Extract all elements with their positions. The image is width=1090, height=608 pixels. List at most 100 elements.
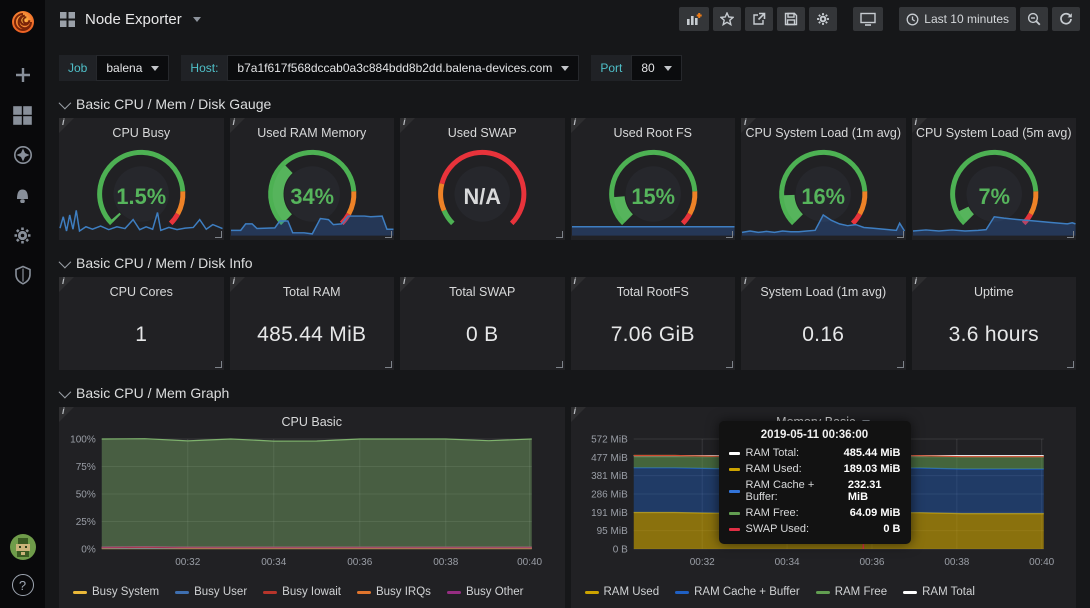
variable-job[interactable]: Job balena [59, 55, 170, 81]
panel-resize-handle[interactable] [1067, 231, 1074, 238]
panel-title[interactable]: CPU Cores [59, 277, 224, 301]
save-button[interactable] [777, 7, 806, 31]
svg-text:25%: 25% [76, 517, 96, 528]
help-icon[interactable]: ? [11, 574, 34, 596]
create-plus-icon[interactable] [0, 55, 45, 95]
panel-total-rootfs[interactable]: i Total RootFS 7.06 GiB [570, 277, 736, 370]
server-admin-shield-icon[interactable] [0, 255, 45, 295]
panel-info-icon[interactable]: i [229, 118, 245, 133]
panel-title[interactable]: System Load (1m avg) [741, 277, 906, 301]
alerting-bell-icon[interactable] [0, 175, 45, 215]
panel-info-icon[interactable]: i [570, 407, 586, 422]
dashboard-main: Node Exporter Last 10 minutes Job balena… [45, 0, 1090, 608]
gauge-used-ram-memory: 34% [230, 149, 394, 236]
panel-used-ram-memory[interactable]: i Used RAM Memory 34% [229, 118, 395, 240]
svg-text:00:36: 00:36 [859, 557, 884, 568]
add-panel-button[interactable] [679, 7, 710, 31]
variable-host-value[interactable]: b7a1f617f568dccab0a3c884bdd8b2dd.balena-… [227, 55, 580, 81]
panel-resize-handle[interactable] [214, 231, 222, 238]
panel-uptime[interactable]: i Uptime 3.6 hours [911, 277, 1077, 370]
panel-info-icon[interactable]: i [911, 118, 927, 133]
panel-resize-handle[interactable] [896, 231, 904, 238]
legend-item-ram-cache-buffer[interactable]: RAM Cache + Buffer [675, 586, 800, 598]
variable-host[interactable]: Host: b7a1f617f568dccab0a3c884bdd8b2dd.b… [181, 55, 580, 81]
refresh-button[interactable] [1052, 7, 1080, 31]
panel-title[interactable]: Total RootFS [571, 277, 736, 301]
panel-resize-handle[interactable] [726, 361, 733, 368]
graph-cpu-basic[interactable]: 0% 25% 50% 75% 100% 00:32 00:34 00:36 00:38 00:40 [59, 431, 565, 583]
panel-total-ram[interactable]: i Total RAM 485.44 MiB [229, 277, 395, 370]
zoom-out-button[interactable] [1020, 7, 1048, 31]
legend-item-busy-other[interactable]: Busy Other [446, 586, 523, 598]
panel-title[interactable]: CPU System Load (5m avg) [912, 118, 1077, 142]
panel-info-icon[interactable]: i [59, 118, 74, 133]
panel-used-root-fs[interactable]: i Used Root FS 15% [570, 118, 736, 240]
panel-cpu-system-load-5m-avg[interactable]: i CPU System Load (5m avg) 7% [911, 118, 1077, 240]
configuration-gear-icon[interactable] [0, 215, 45, 255]
panel-info-icon[interactable]: i [570, 118, 586, 133]
panel-resize-handle[interactable] [385, 361, 392, 368]
panel-info-icon[interactable]: i [229, 277, 245, 292]
share-button[interactable] [745, 7, 774, 31]
dashboard-settings-button[interactable] [809, 7, 838, 31]
panel-resize-handle[interactable] [726, 231, 733, 238]
dashboards-icon[interactable] [0, 95, 45, 135]
panel-title[interactable]: CPU System Load (1m avg) [741, 118, 906, 142]
panel-cpu-basic[interactable]: i CPU Basic 0% 25% 50% 75% 100% 00:32 00:34 00:36… [59, 407, 565, 608]
panel-title[interactable]: Used RAM Memory [230, 118, 395, 142]
time-range-button[interactable]: Last 10 minutes [899, 7, 1016, 31]
panel-resize-handle[interactable] [385, 231, 392, 238]
svg-text:95 MiB: 95 MiB [596, 526, 627, 537]
panel-resize-handle[interactable] [214, 361, 222, 368]
panel-cpu-busy[interactable]: i CPU Busy 1.5% [59, 118, 224, 240]
legend-item-ram-free[interactable]: RAM Free [815, 586, 887, 598]
panel-title[interactable]: Total RAM [230, 277, 395, 301]
legend-label: Busy User [194, 586, 248, 598]
panel-title[interactable]: CPU Basic [59, 407, 565, 431]
explore-compass-icon[interactable] [0, 135, 45, 175]
panel-info-icon[interactable]: i [400, 277, 415, 292]
star-button[interactable] [713, 7, 742, 31]
panel-info-icon[interactable]: i [741, 277, 756, 292]
panel-info-icon[interactable]: i [741, 118, 756, 133]
section-info-header[interactable]: Basic CPU / Mem / Disk Info [58, 253, 1076, 273]
legend-item-busy-irqs[interactable]: Busy IRQs [356, 586, 431, 598]
panel-resize-handle[interactable] [1067, 361, 1074, 368]
svg-text:0 B: 0 B [612, 545, 627, 556]
legend-item-busy-user[interactable]: Busy User [175, 586, 247, 598]
grafana-logo[interactable] [8, 7, 38, 37]
panel-total-swap[interactable]: i Total SWAP 0 B [400, 277, 565, 370]
variable-port[interactable]: Port 80 [591, 55, 682, 81]
panel-cpu-system-load-1m-avg[interactable]: i CPU System Load (1m avg) 16% [741, 118, 906, 240]
svg-text:50%: 50% [76, 490, 96, 501]
panel-title[interactable]: Total SWAP [400, 277, 565, 301]
user-avatar[interactable] [9, 534, 36, 560]
panel-title[interactable]: Used SWAP [400, 118, 565, 142]
tv-mode-button[interactable] [853, 7, 884, 31]
panel-info-icon[interactable]: i [59, 277, 74, 292]
legend-item-ram-used[interactable]: RAM Used [584, 586, 659, 598]
panel-info-icon[interactable]: i [59, 407, 74, 422]
legend-item-busy-system[interactable]: Busy System [73, 586, 159, 598]
panel-resize-handle[interactable] [896, 361, 904, 368]
panel-cpu-cores[interactable]: i CPU Cores 1 [59, 277, 224, 370]
panel-title[interactable]: Used Root FS [571, 118, 736, 142]
variable-port-value[interactable]: 80 [631, 55, 682, 81]
variable-job-value[interactable]: balena [96, 55, 170, 81]
panel-resize-handle[interactable] [555, 361, 563, 368]
legend-item-ram-total[interactable]: RAM Total [903, 586, 975, 598]
section-gauge-header[interactable]: Basic CPU / Mem / Disk Gauge [58, 94, 1076, 114]
panel-info-icon[interactable]: i [400, 118, 415, 133]
dashboard-title-picker[interactable]: Node Exporter [59, 11, 201, 28]
panel-system-load-1m-avg[interactable]: i System Load (1m avg) 0.16 [741, 277, 906, 370]
panel-resize-handle[interactable] [555, 231, 563, 238]
panel-used-swap[interactable]: i Used SWAP N/A [400, 118, 565, 240]
section-graph-header[interactable]: Basic CPU / Mem Graph [58, 383, 1076, 403]
panel-memory-basic[interactable]: iMemory Basic0 B95 MiB191 MiB286 MiB381 … [570, 407, 1076, 608]
legend-item-busy-iowait[interactable]: Busy Iowait [263, 586, 341, 598]
panel-title[interactable]: CPU Busy [59, 118, 224, 142]
panel-info-icon[interactable]: i [570, 277, 586, 292]
panel-title[interactable]: Uptime [912, 277, 1077, 301]
panel-info-icon[interactable]: i [911, 277, 927, 292]
tooltip-swatch [728, 467, 740, 471]
